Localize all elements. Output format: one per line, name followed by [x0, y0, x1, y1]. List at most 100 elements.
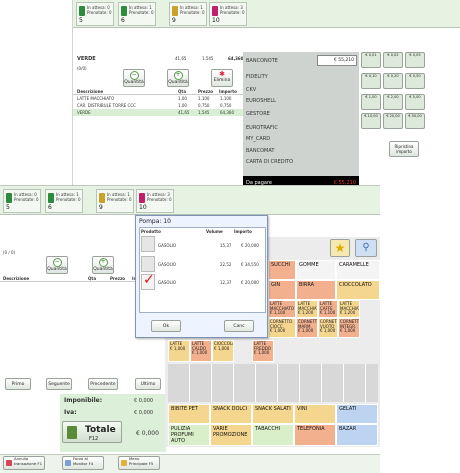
- col-prodotto: Prodotto: [141, 229, 161, 234]
- category-gin[interactable]: GIN: [268, 280, 296, 300]
- category-snack-salati[interactable]: SNACK SALATI: [252, 404, 294, 424]
- category-telefonia[interactable]: TELEFONIA: [294, 424, 336, 446]
- payment-fidelity[interactable]: FIDELITY: [246, 74, 268, 80]
- primo-button[interactable]: Primo: [5, 378, 31, 390]
- product-button[interactable]: CIOCCOLATA€ 1,000: [212, 340, 234, 362]
- quantity-minus-button[interactable]: − Quantità: [46, 256, 68, 274]
- top-pump-9[interactable]: In attesa: 1 Prenotate: 0 9: [169, 2, 207, 26]
- row-checkbox[interactable]: [141, 236, 155, 252]
- coin-020-button[interactable]: € 0,20: [383, 73, 403, 89]
- col-volume: Volume: [206, 229, 223, 234]
- col-prezzo: Prezzo: [110, 276, 126, 281]
- category-bazar[interactable]: BAZAR: [336, 424, 378, 446]
- bottom-pump-9[interactable]: In attesa: 1 Prenotate: 0 9: [96, 189, 134, 213]
- search-button[interactable]: ⚲: [355, 239, 377, 257]
- forza-monitor-button[interactable]: Forza al Monitor F4: [62, 456, 104, 470]
- note-5-button[interactable]: € 5,00: [405, 94, 425, 110]
- coin-001-button[interactable]: € 0,01: [361, 52, 381, 68]
- category-succhi[interactable]: SUCCHI: [268, 260, 296, 280]
- product-button[interactable]: LATTE CALDO € 1,000: [190, 340, 212, 362]
- cancel-icon: [6, 460, 12, 466]
- category-cioccolato[interactable]: CIOCCOLATO: [336, 280, 380, 300]
- coin-050-button[interactable]: € 0,50: [405, 73, 425, 89]
- col-importo: Importo: [234, 229, 252, 234]
- iva-label: Iva:: [64, 409, 77, 416]
- product-button[interactable]: CORNETTO INTEGR. € 1,000: [338, 318, 360, 338]
- bottom-pump-6[interactable]: In attesa: 1 Prenotate: 0 6: [45, 189, 83, 213]
- payment-carta-credito[interactable]: CARTA DI CREDITO: [246, 159, 293, 165]
- product-button[interactable]: CORNETTO CIOCC. € 1,000: [268, 318, 296, 338]
- top-pump-10[interactable]: In attesa: 3 Prenotate: 0 10: [209, 2, 247, 26]
- category-birra[interactable]: BIRRA: [296, 280, 336, 300]
- category-snack-dolci[interactable]: SNACK DOLCI: [210, 404, 252, 424]
- category-varie-promozione[interactable]: VARIE PROMOZIONE: [210, 424, 252, 446]
- product-button[interactable]: LATTE MACCHIATO € 1,100: [268, 300, 296, 318]
- plus-icon: +: [173, 71, 183, 80]
- note-10-button[interactable]: € 10,00: [361, 113, 381, 129]
- category-gomme[interactable]: GOMME: [296, 260, 336, 280]
- col-qta: Qta: [88, 276, 97, 281]
- totale-button[interactable]: Totale F12: [62, 421, 122, 443]
- quantity-plus-button[interactable]: + Quantità: [92, 256, 114, 274]
- fuel-icon: [48, 193, 54, 203]
- bottom-pump-10[interactable]: In attesa: 3 Prenotate: 0 10: [136, 189, 174, 213]
- banconote-amount-field[interactable]: € 55,210: [317, 55, 357, 66]
- product-button[interactable]: LATTE CAFFE € 1,100: [318, 300, 338, 318]
- note-20-button[interactable]: € 20,00: [383, 113, 403, 129]
- seguente-button[interactable]: Seguente: [46, 378, 72, 390]
- annulla-transazione-button[interactable]: Annulla transazione F1: [3, 456, 45, 470]
- payment-euroshell[interactable]: EUROSHELL: [246, 98, 276, 104]
- note-50-button[interactable]: € 50,00: [405, 113, 425, 129]
- category-vini[interactable]: VINI: [294, 404, 336, 424]
- payment-eurotrafic[interactable]: EUROTRAFIC: [246, 125, 278, 131]
- ok-button[interactable]: Ok: [151, 320, 181, 332]
- quantity-plus-button[interactable]: + Quantità: [167, 69, 189, 87]
- delete-button[interactable]: ✱ Elimina: [211, 69, 233, 87]
- menu-principale-button[interactable]: Menu Principale F5: [118, 456, 160, 470]
- table-row-selected[interactable]: [73, 109, 243, 116]
- top-pump-6[interactable]: In attesa: 1 Prenotate: 0 6: [118, 2, 156, 26]
- coin-2-button[interactable]: € 2,00: [383, 94, 403, 110]
- search-icon: ⚲: [362, 242, 370, 253]
- dialog-title: Pompa: 10: [139, 218, 171, 225]
- minus-icon: −: [129, 71, 139, 80]
- col-importo: Importo: [219, 89, 237, 94]
- fuel-icon: [139, 193, 145, 203]
- top-pos-window: In attesa: 0 Prenotate: 0 5 In attesa: 1P…: [72, 0, 460, 190]
- coin-010-button[interactable]: € 0,10: [361, 73, 381, 89]
- coin-002-button[interactable]: € 0,02: [383, 52, 403, 68]
- product-button[interactable]: LATTE € 1,000: [168, 340, 190, 362]
- payment-gestore[interactable]: GESTORE: [246, 111, 270, 117]
- minus-icon: −: [52, 258, 62, 267]
- ripristina-importo-button[interactable]: Ripristina importo: [389, 141, 419, 157]
- product-button[interactable]: LATTE MACCHIATO€ 1,200: [338, 300, 360, 318]
- product-button[interactable]: LATTE FREDDO € 1,000: [252, 340, 274, 362]
- dialog-table: [139, 227, 266, 313]
- category-pulizia[interactable]: PULIZIA PROFUMI AUTO: [168, 424, 210, 446]
- row-checkbox[interactable]: [141, 256, 155, 272]
- category-bibite-pet[interactable]: BIBITE PET: [168, 404, 210, 424]
- category-tabacchi[interactable]: TABACCHI: [252, 424, 294, 446]
- favorites-star-button[interactable]: ★: [330, 239, 350, 257]
- row-checkbox-checked[interactable]: ✓: [141, 272, 155, 290]
- coin-1-button[interactable]: € 1,00: [361, 94, 381, 110]
- top-pump-5[interactable]: In attesa: 0 Prenotate: 0 5: [76, 2, 114, 26]
- payment-my-card[interactable]: MY_CARD: [246, 136, 270, 142]
- receipt-price: 1,545: [202, 56, 214, 61]
- category-caramelle[interactable]: CARAMELLE: [336, 260, 380, 280]
- bottom-pump-5[interactable]: In attesa: 0 Prenotate: 0 5: [3, 189, 41, 213]
- product-button[interactable]: CORNETTO VUOTO€ 1,000: [318, 318, 338, 338]
- payment-ckv[interactable]: CKV: [246, 87, 256, 93]
- quantity-minus-button[interactable]: − Quantità: [123, 69, 145, 87]
- precedente-button[interactable]: Precedente: [88, 378, 118, 390]
- delete-icon: ✱: [219, 70, 225, 78]
- fuel-icon: [121, 6, 127, 16]
- product-button[interactable]: LATTE MACCHIATO€ 1,200: [296, 300, 318, 318]
- category-gelati[interactable]: GELATI: [336, 404, 378, 424]
- payment-banconote[interactable]: BANCONOTE: [246, 58, 278, 64]
- coin-005-button[interactable]: € 0,05: [405, 52, 425, 68]
- ultimo-button[interactable]: Ultimo: [135, 378, 161, 390]
- product-button[interactable]: CORNETTO MARM. € 1,000: [296, 318, 318, 338]
- payment-bancomat[interactable]: BANCOMAT: [246, 148, 274, 154]
- cancel-button[interactable]: Canc: [224, 320, 254, 332]
